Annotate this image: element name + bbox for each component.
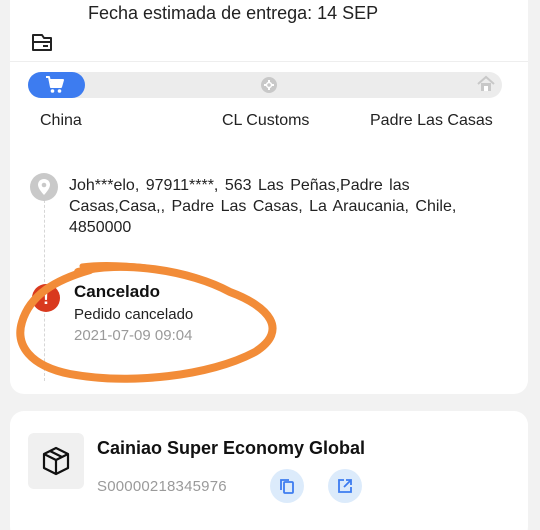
tracking-card: Fecha estimada de entrega: 14 SEP China … — [10, 0, 528, 394]
external-link-icon — [338, 479, 352, 493]
status-timestamp: 2021-07-09 09:04 — [74, 327, 193, 344]
stage-label-destination: Padre Las Casas — [370, 112, 493, 129]
stage-label-origin: China — [40, 112, 82, 129]
cart-icon — [46, 76, 64, 93]
copy-tracking-button[interactable] — [270, 469, 304, 503]
status-title: Cancelado — [74, 282, 160, 301]
shipping-address: Joh***elo, 97911****, 563 Las Peñas,Padr… — [69, 177, 457, 236]
alert-icon: ! — [32, 284, 60, 312]
delivery-truck-icon — [32, 34, 52, 51]
status-description: Pedido cancelado — [74, 306, 194, 323]
carrier-card: Cainiao Super Economy Global S0000021834… — [10, 411, 528, 530]
package-icon — [42, 446, 70, 476]
tracking-number: S00000218345976 — [97, 478, 227, 495]
carrier-name: Cainiao Super Economy Global — [97, 438, 366, 458]
open-tracking-button[interactable] — [328, 469, 362, 503]
home-icon — [477, 75, 495, 91]
package-icon-box — [28, 433, 84, 489]
location-pin-icon — [30, 173, 58, 201]
stage-label-customs: CL Customs — [222, 112, 310, 129]
estimated-delivery-text: Fecha estimada de entrega: 14 SEP — [88, 3, 379, 23]
copy-icon — [280, 479, 294, 494]
customs-icon — [261, 77, 277, 93]
divider — [10, 61, 528, 62]
